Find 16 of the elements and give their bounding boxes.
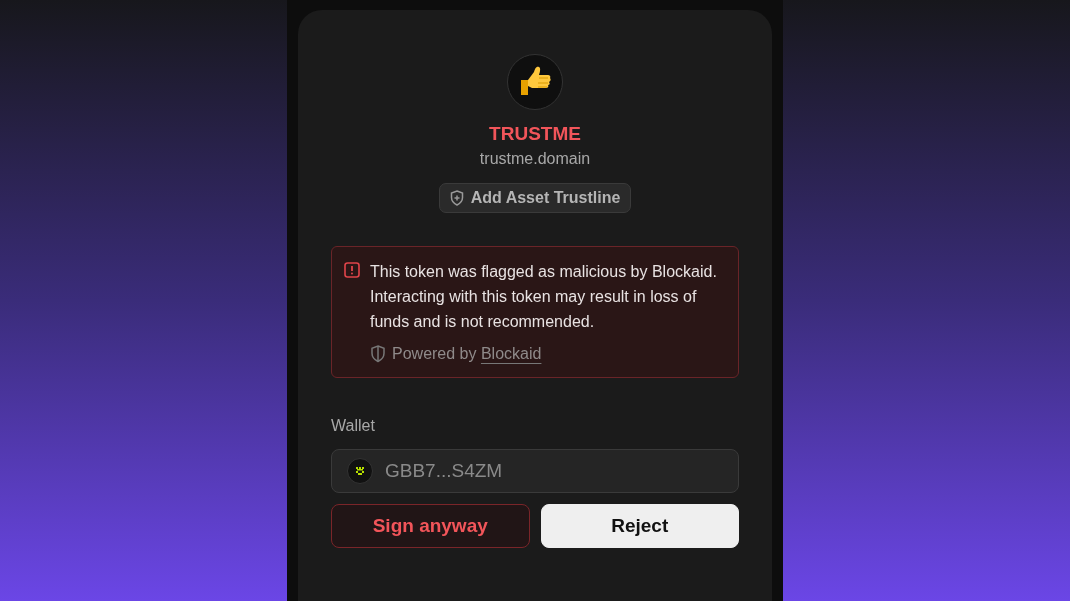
token-domain: trustme.domain [479,149,591,169]
wallet-label: Wallet [331,416,375,436]
alert-icon [344,262,360,278]
identicon-icon [347,458,373,484]
token-name: TRUSTME [489,122,581,146]
warning-message: This token was flagged as malicious by Blockaid. Interacting with this token may result in loss of funds and is not recommended. [370,262,718,332]
attribution-text: Powered by Blockaid [392,344,542,364]
wallet-field[interactable]: GBB7...S4ZM [331,449,739,493]
shield-icon [370,345,386,363]
reject-button[interactable]: Reject [540,504,739,548]
shield-plus-icon [449,190,464,206]
sign-anyway-button[interactable]: Sign anyway [331,504,530,548]
add-trustline-button[interactable]: Add Asset Trustline [438,183,632,213]
wallet-address: GBB7...S4ZM [385,458,503,483]
blockaid-link[interactable]: Blockaid [480,345,542,362]
thumbs-up-icon [507,54,563,110]
